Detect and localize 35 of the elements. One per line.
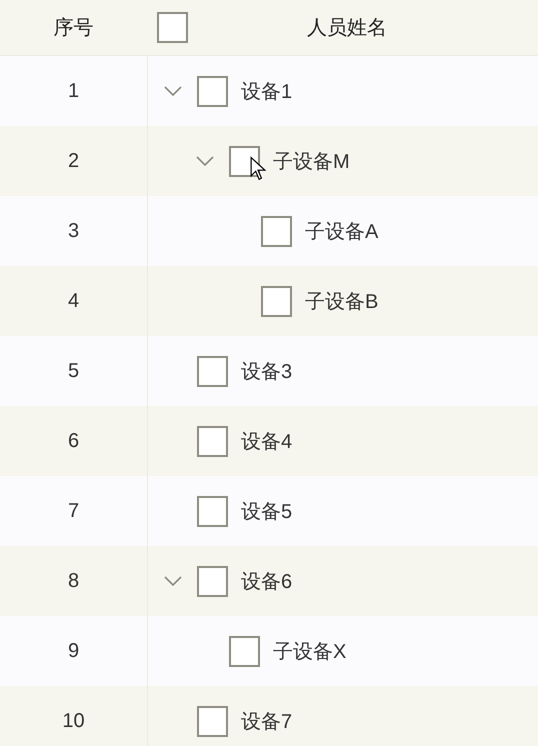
checkbox[interactable]: [157, 12, 188, 43]
row-number: 7: [68, 500, 80, 522]
column-header: 人员姓名: [307, 16, 387, 41]
device-name: 设备4: [241, 430, 292, 454]
device-name: 子设备A: [305, 220, 378, 244]
checkbox[interactable]: [197, 496, 228, 526]
row-number: 1: [68, 80, 80, 102]
checkbox[interactable]: [197, 76, 228, 106]
device-name: 子设备X: [273, 640, 346, 664]
device-name: 设备3: [241, 360, 292, 384]
checkbox[interactable]: [197, 426, 228, 456]
row-number: 3: [68, 220, 80, 242]
row-number: 10: [62, 710, 85, 732]
checkbox[interactable]: [197, 706, 228, 736]
checkbox[interactable]: [261, 216, 292, 246]
row-number: 5: [68, 360, 80, 382]
row-number: 9: [68, 640, 80, 662]
device-name: 子设备B: [305, 290, 378, 314]
device-name: 设备7: [241, 710, 292, 734]
checkbox[interactable]: [229, 636, 260, 666]
device-name: 子设备M: [273, 150, 350, 174]
row-number: 8: [68, 570, 80, 592]
device-name: 设备1: [241, 80, 292, 104]
column-header: 序号: [54, 16, 94, 41]
device-name: 设备6: [241, 570, 292, 594]
chevron-icon[interactable]: [164, 86, 182, 96]
device-name: 设备5: [241, 500, 292, 524]
chevron-icon[interactable]: [196, 156, 214, 166]
chevron-icon[interactable]: [164, 576, 182, 586]
checkbox[interactable]: [197, 356, 228, 386]
checkbox[interactable]: [261, 286, 292, 316]
row-number: 6: [68, 430, 80, 452]
checkbox[interactable]: [197, 566, 228, 596]
row-number: 4: [68, 290, 80, 312]
row-number: 2: [68, 150, 80, 172]
